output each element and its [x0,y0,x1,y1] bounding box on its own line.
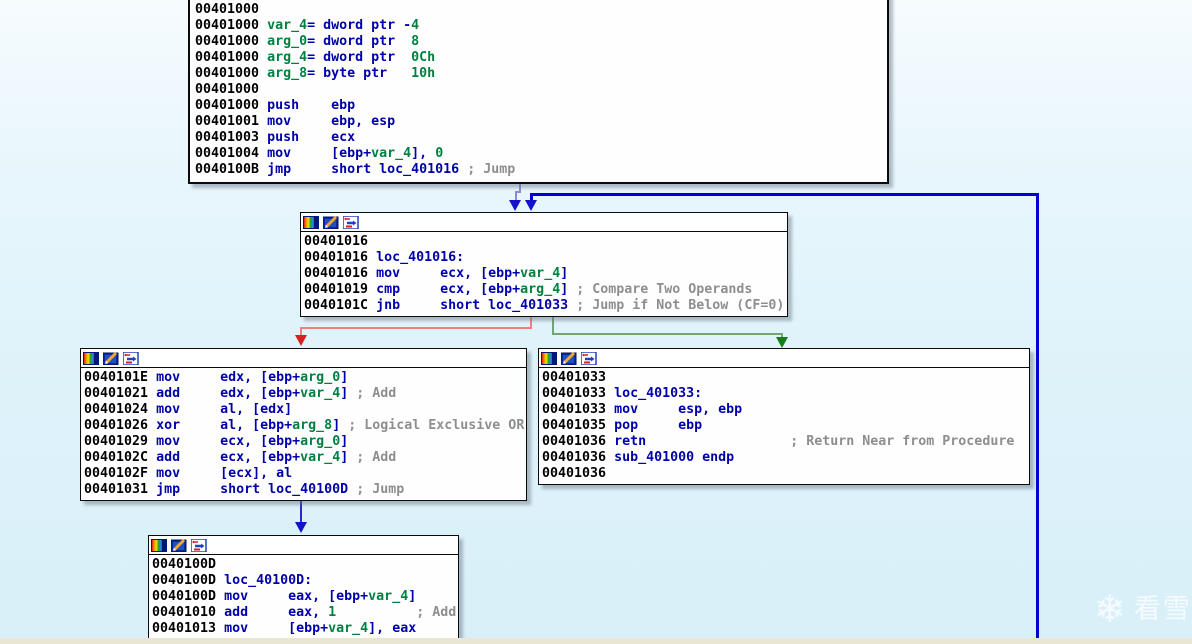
edit-icon[interactable] [171,538,187,552]
code-line[interactable]: 0040101C jnb short loc_401033 ; Jump if … [304,298,787,314]
code-line[interactable]: 00401000 arg_0= dword ptr 8 [195,34,887,50]
code-line[interactable]: 00401026 xor al, [ebp+arg_8] ; Logical E… [84,418,526,434]
code-line[interactable]: 00401029 mov ecx, [ebp+arg_0] [84,434,526,450]
basic-block-loc401016[interactable]: 00401016 00401016 loc_401016: 00401016 mov… [300,212,788,317]
palette-icon[interactable] [541,351,557,365]
ida-graph-view: 00401000 sub_401000 proc near00401000004… [0,0,1192,644]
code-line[interactable]: 00401016 loc_401016: [304,250,787,266]
window-edge-strip [0,638,1192,644]
block-title-bar[interactable] [81,349,526,368]
code-line[interactable]: 0040100D [152,557,458,573]
code-line[interactable]: 00401000 arg_4= dword ptr 0Ch [195,50,887,66]
code-line[interactable]: 00401021 add edx, [ebp+var_4] ; Add [84,386,526,402]
code-line[interactable]: 00401036 [542,466,1029,482]
code-listing: 0040101E mov edx, [ebp+arg_0] 00401021 ad… [81,368,526,498]
jump-target-icon[interactable] [123,351,139,365]
code-listing: 00401000 sub_401000 proc near00401000004… [190,0,887,178]
code-line[interactable]: 0040100D loc_40100D: [152,573,458,589]
code-line[interactable]: 00401010 add eax, 1 ; Add [152,605,458,621]
edge-segment [530,193,1039,196]
code-line[interactable]: 00401000 [195,82,887,98]
edge-arrowhead [295,522,307,533]
code-line[interactable]: 00401036 sub_401000 endp [542,450,1029,466]
block-title-bar[interactable] [149,536,458,555]
code-line[interactable]: 00401000 var_4= dword ptr -4 [195,18,887,34]
code-line[interactable]: 00401016 mov ecx, [ebp+var_4] [304,266,787,282]
code-line[interactable]: 00401024 mov al, [edx] [84,402,526,418]
code-listing: 0040100D 0040100D loc_40100D: 0040100D mov… [149,555,458,637]
edge-arrowhead [776,337,788,348]
code-line[interactable]: 00401036 retn ; Return Near from Procedu… [542,434,1029,450]
code-line[interactable]: 0040102C add ecx, [ebp+var_4] ; Add [84,450,526,466]
code-line[interactable]: 00401000 arg_8= byte ptr 10h [195,66,887,82]
basic-block-xor-body[interactable]: 0040101E mov edx, [ebp+arg_0] 00401021 ad… [80,348,527,501]
basic-block-loc401033[interactable]: 00401033 00401033 loc_401033: 00401033 mov… [538,348,1030,485]
jump-target-icon[interactable] [581,351,597,365]
palette-icon[interactable] [83,351,99,365]
code-listing: 00401016 00401016 loc_401016: 00401016 mov… [301,232,787,314]
code-line[interactable]: 00401003 push ecx [195,130,887,146]
edge-segment [300,327,532,329]
edge-arrowhead [295,335,307,346]
code-line[interactable]: 00401035 pop ebp [542,418,1029,434]
palette-icon[interactable] [303,215,319,229]
edit-icon[interactable] [103,351,119,365]
edge-segment [552,333,783,335]
edge-arrowhead [525,200,537,211]
code-line[interactable]: 00401031 jmp short loc_40100D ; Jump [84,482,526,498]
jump-target-icon[interactable] [343,215,359,229]
code-line[interactable]: 00401033 mov esp, ebp [542,402,1029,418]
code-line[interactable]: 0040100D mov eax, [ebp+var_4] [152,589,458,605]
code-listing: 00401033 00401033 loc_401033: 00401033 mov… [539,368,1029,482]
snowflake-icon: ❄ [1094,587,1126,631]
code-line[interactable]: 00401033 [542,370,1029,386]
code-line[interactable]: 00401000 [195,2,887,18]
edge-segment [1036,193,1039,644]
jump-target-icon[interactable] [191,538,207,552]
code-line[interactable]: 0040102F mov [ecx], al [84,466,526,482]
code-line[interactable]: 00401019 cmp ecx, [ebp+arg_4] ; Compare … [304,282,787,298]
edit-icon[interactable] [561,351,577,365]
basic-block-entry[interactable]: 00401000 sub_401000 proc near00401000004… [188,0,889,184]
block-title-bar[interactable] [301,213,787,232]
code-line[interactable]: 0040101E mov edx, [ebp+arg_0] [84,370,526,386]
block-title-bar[interactable] [539,349,1029,368]
edge-arrowhead [509,200,521,211]
code-line[interactable]: 0040100B jmp short loc_401016 ; Jump [195,162,887,178]
code-line[interactable]: 00401033 loc_401033: [542,386,1029,402]
basic-block-loc40100D[interactable]: 0040100D 0040100D loc_40100D: 0040100D mov… [148,535,459,640]
code-line[interactable]: 00401016 [304,234,787,250]
kanxue-watermark: ❄ 看雪 [1094,590,1192,628]
watermark-label: 看雪 [1133,593,1192,625]
edit-icon[interactable] [323,215,339,229]
code-line[interactable]: 00401000 push ebp [195,98,887,114]
edge-segment [300,499,302,522]
code-line[interactable]: 00401004 mov [ebp+var_4], 0 [195,146,887,162]
code-line[interactable]: 00401001 mov ebp, esp [195,114,887,130]
palette-icon[interactable] [151,538,167,552]
code-line[interactable]: 00401013 mov [ebp+var_4], eax [152,621,458,637]
